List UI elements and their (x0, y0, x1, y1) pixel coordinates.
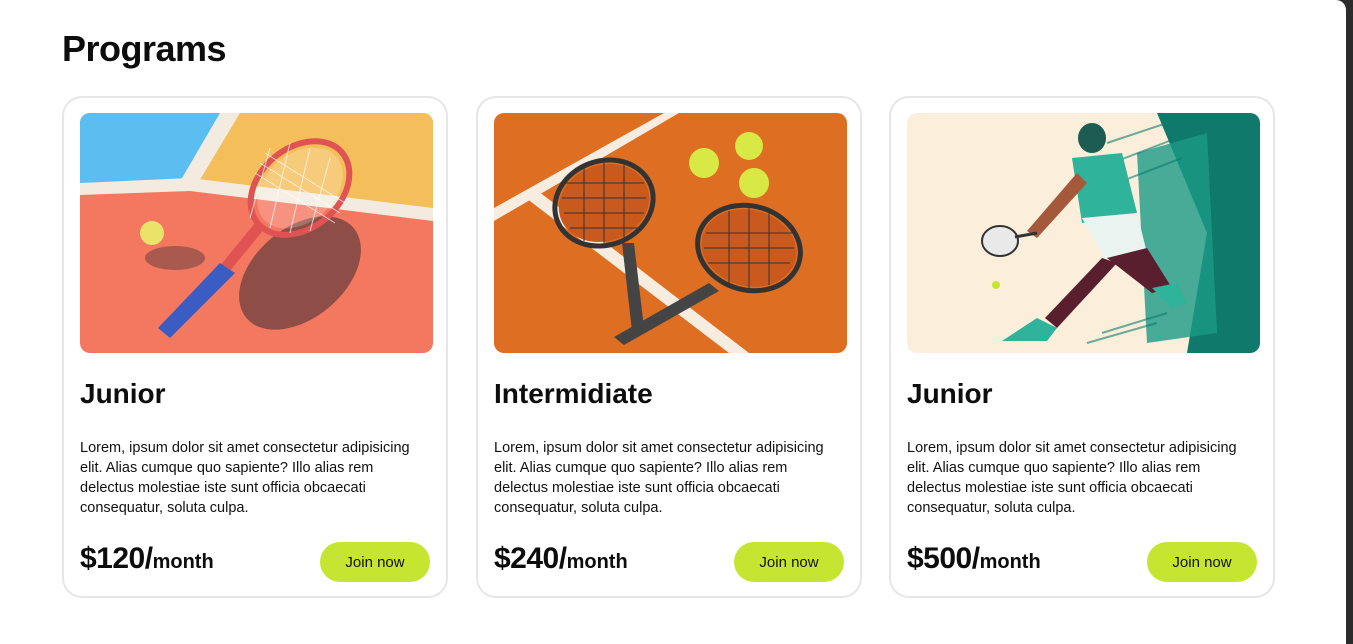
price-amount: $120/ (80, 542, 153, 575)
program-card-intermidiate: Intermidiate Lorem, ipsum dolor sit amet… (476, 96, 862, 598)
join-now-button[interactable]: Join now (734, 542, 844, 582)
price-unit: month (152, 551, 214, 573)
price-unit: month (979, 551, 1041, 573)
price-unit: month (566, 551, 628, 573)
price: $240/month (494, 542, 628, 576)
programs-page: Programs Junior Lorem, ipsum dolor sit a… (0, 0, 1346, 644)
price: $500/month (907, 542, 1041, 576)
crossed-rackets-and-balls-illustration (494, 113, 847, 353)
price-amount: $500/ (907, 542, 980, 575)
price: $120/month (80, 542, 214, 576)
join-now-button[interactable]: Join now (1147, 542, 1257, 582)
card-description: Lorem, ipsum dolor sit amet consectetur … (494, 440, 824, 516)
card-title: Junior (80, 378, 166, 409)
section-title: Programs (62, 28, 227, 69)
tennis-player-illustration (907, 113, 1260, 353)
card-title: Junior (907, 378, 993, 409)
price-amount: $240/ (494, 542, 567, 575)
tennis-racket-on-court-illustration (80, 113, 433, 353)
program-card-junior-2: Junior Lorem, ipsum dolor sit amet conse… (889, 96, 1275, 598)
program-card-junior: Junior Lorem, ipsum dolor sit amet conse… (62, 96, 448, 598)
join-now-button[interactable]: Join now (320, 542, 430, 582)
card-description: Lorem, ipsum dolor sit amet consectetur … (907, 440, 1237, 516)
card-title: Intermidiate (494, 378, 653, 409)
card-description: Lorem, ipsum dolor sit amet consectetur … (80, 440, 410, 516)
